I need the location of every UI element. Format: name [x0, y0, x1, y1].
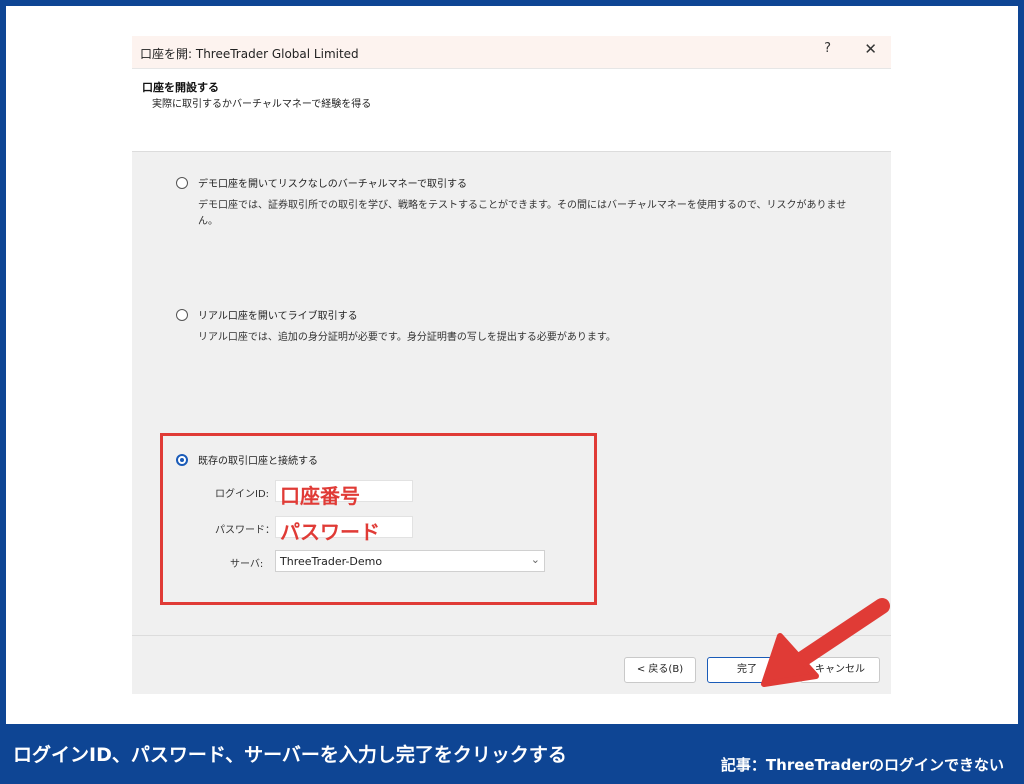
header-panel: 口座を開設する 実際に取引するかバーチャルマネーで経験を得る	[132, 69, 891, 152]
page-title: 口座を開設する	[142, 81, 219, 94]
caption-text: ログインID、パスワード、サーバーを入力し完了をクリックする	[13, 744, 567, 766]
page-subtitle: 実際に取引するかバーチャルマネーで経験を得る	[152, 99, 372, 110]
demo-account-radio[interactable]	[176, 177, 188, 189]
real-account-description: リアル口座では、追加の身分証明が必要です。身分証明書の写しを提出する必要がありま…	[198, 332, 616, 343]
close-button[interactable]: ✕	[864, 40, 877, 58]
annotation-arrow-icon	[761, 598, 890, 687]
demo-account-label[interactable]: デモ口座を開いてリスクなしのバーチャルマネーで取引する	[198, 175, 467, 190]
title-bar: 口座を開: ThreeTrader Global Limited ? ✕	[132, 36, 891, 69]
back-button[interactable]: < 戻る(B)	[624, 657, 696, 683]
real-account-radio[interactable]	[176, 309, 188, 321]
real-account-label[interactable]: リアル口座を開いてライブ取引する	[198, 307, 358, 322]
demo-account-description: デモ口座では、証券取引所での取引を学び、戦略をテストすることができます。その間に…	[198, 200, 847, 227]
window-title: 口座を開: ThreeTrader Global Limited	[140, 47, 359, 61]
article-link[interactable]: 記事：ThreeTraderのログインできない	[721, 754, 1004, 775]
help-button[interactable]: ?	[824, 41, 831, 56]
highlight-box	[160, 433, 597, 605]
caption-bar: ログインID、パスワード、サーバーを入力し完了をクリックする 記事：ThreeT…	[0, 724, 1024, 784]
